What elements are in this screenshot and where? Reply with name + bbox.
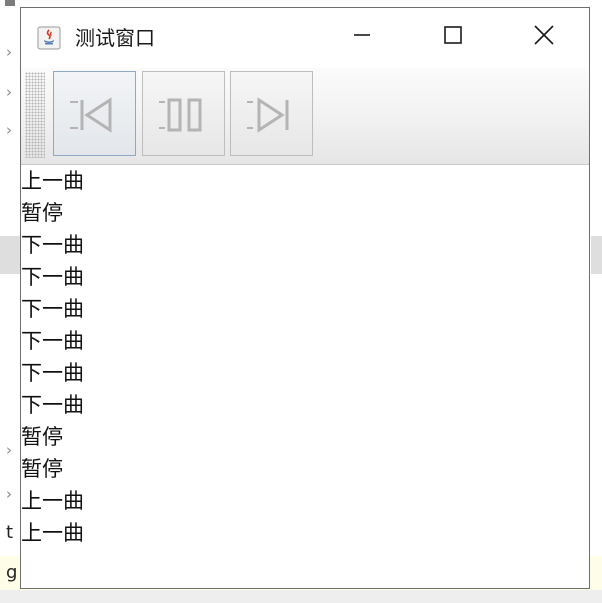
list-item: 上一曲: [21, 489, 84, 513]
toolbar: [21, 68, 589, 165]
background-chevron-icon: ›: [6, 485, 12, 503]
java-coffee-icon: [37, 26, 61, 50]
minimize-icon: [352, 25, 372, 49]
list-item: 下一曲: [21, 265, 84, 289]
next-track-button[interactable]: [230, 71, 313, 156]
window-title: 测试窗口: [75, 26, 155, 50]
background-chevron-icon: ›: [6, 83, 12, 101]
app-window: 测试窗口 上一曲 暂停 下一曲 下一曲 下一曲 下一曲 下一曲 下一曲 暂停 暂…: [20, 7, 590, 589]
title-bar[interactable]: 测试窗口: [21, 8, 589, 68]
pause-button[interactable]: [142, 71, 225, 156]
background-mark: [5, 0, 15, 6]
close-icon: [533, 24, 555, 50]
toolbar-drag-handle[interactable]: [25, 72, 45, 158]
close-button[interactable]: [521, 8, 567, 66]
output-list: 上一曲 暂停 下一曲 下一曲 下一曲 下一曲 下一曲 下一曲 暂停 暂停 上一曲…: [21, 165, 589, 588]
background-chevron-icon: ›: [6, 441, 12, 459]
previous-track-button[interactable]: [53, 71, 136, 156]
background-chevron-icon: ›: [6, 121, 12, 139]
list-item: 下一曲: [21, 233, 84, 257]
list-item: 暂停: [21, 457, 63, 481]
list-item: 下一曲: [21, 329, 84, 353]
background-strip: [591, 236, 602, 274]
list-item: 暂停: [21, 201, 63, 225]
background-chevron-icon: ›: [6, 43, 12, 61]
background-text: t: [6, 522, 14, 543]
background-strip: [0, 236, 20, 274]
list-item: 下一曲: [21, 393, 84, 417]
maximize-icon: [443, 25, 463, 49]
list-item: 下一曲: [21, 361, 84, 385]
background-bottom-bar: [0, 590, 602, 603]
background-text: g: [6, 562, 18, 583]
minimize-button[interactable]: [339, 8, 385, 66]
list-item: 暂停: [21, 425, 63, 449]
list-item: 上一曲: [21, 169, 84, 193]
list-item: 下一曲: [21, 297, 84, 321]
list-item: 上一曲: [21, 521, 84, 545]
maximize-button[interactable]: [430, 8, 476, 66]
